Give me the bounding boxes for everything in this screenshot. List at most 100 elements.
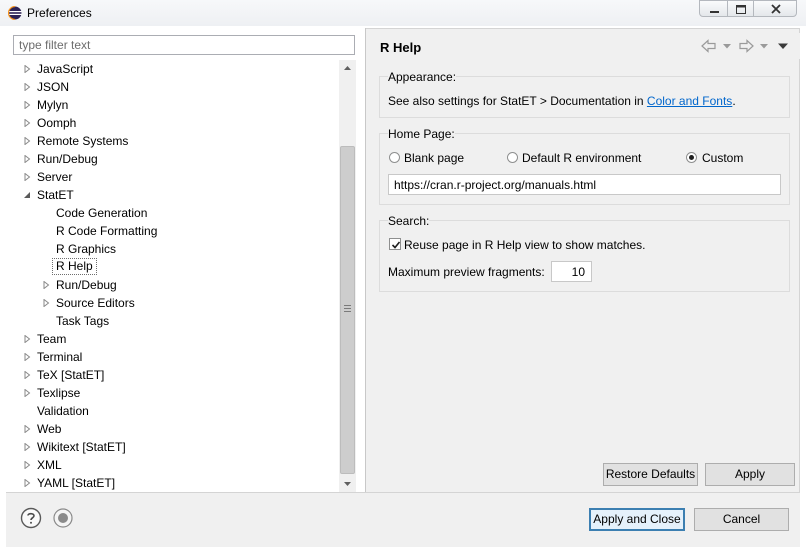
close-icon	[771, 4, 781, 14]
restore-defaults-button[interactable]: Restore Defaults	[603, 463, 698, 486]
scrollbar-thumb[interactable]	[340, 146, 355, 474]
view-menu-icon[interactable]	[776, 38, 790, 54]
blank-page-radio-label[interactable]: Blank page	[404, 151, 464, 165]
triangle-right-icon[interactable]	[23, 371, 31, 379]
color-and-fonts-link[interactable]: Color and Fonts	[647, 94, 732, 108]
tree-item-validation[interactable]: Validation	[12, 402, 339, 420]
tree-item-label: Terminal	[37, 350, 83, 364]
tree-item-label: Team	[37, 332, 67, 346]
tree-item-run-debug[interactable]: Run/Debug	[12, 276, 339, 294]
triangle-right-icon[interactable]	[23, 389, 31, 397]
tree-item-wikitext-statet[interactable]: Wikitext [StatET]	[12, 438, 339, 456]
home-page-url-input[interactable]	[388, 174, 781, 195]
tree-item-run-debug[interactable]: Run/Debug	[12, 150, 339, 168]
tree-item-r-graphics[interactable]: R Graphics	[12, 240, 339, 258]
record-macro-icon[interactable]	[52, 507, 74, 529]
tree-item-r-code-formatting[interactable]: R Code Formatting	[12, 222, 339, 240]
triangle-right-icon[interactable]	[42, 299, 50, 307]
triangle-right-icon[interactable]	[23, 443, 31, 451]
pane-sash[interactable]	[365, 28, 366, 492]
minimize-icon	[710, 11, 719, 13]
tree-item-code-generation[interactable]: Code Generation	[12, 204, 339, 222]
page-title: R Help	[380, 40, 422, 55]
tree-item-yaml-statet[interactable]: YAML [StatET]	[12, 474, 339, 492]
title-bar: Preferences	[0, 0, 806, 26]
tree-item-oomph[interactable]: Oomph	[12, 114, 339, 132]
apply-button[interactable]: Apply	[705, 463, 795, 486]
triangle-right-icon[interactable]	[23, 101, 31, 109]
scroll-up-arrow-icon[interactable]	[339, 60, 356, 77]
triangle-right-icon[interactable]	[23, 83, 31, 91]
custom-radio-label[interactable]: Custom	[702, 151, 743, 165]
tree-vertical-scrollbar[interactable]	[339, 60, 356, 492]
tree-item-javascript[interactable]: JavaScript	[12, 60, 339, 78]
tree-item-label: R Graphics	[56, 242, 117, 256]
tree-item-label: Run/Debug	[37, 152, 98, 166]
tree-item-json[interactable]: JSON	[12, 78, 339, 96]
triangle-right-icon[interactable]	[23, 119, 31, 127]
tree-item-task-tags[interactable]: Task Tags	[12, 312, 339, 330]
appearance-text: See also settings for StatET > Documenta…	[388, 94, 736, 108]
tree-item-remote-systems[interactable]: Remote Systems	[12, 132, 339, 150]
tree-item-label: Mylyn	[37, 98, 69, 112]
triangle-right-icon[interactable]	[23, 479, 31, 487]
default-r-environment-radio[interactable]	[507, 152, 518, 163]
search-group-label: Search:	[388, 214, 430, 228]
scroll-down-arrow-icon[interactable]	[339, 475, 356, 492]
appearance-description: See also settings for StatET > Documenta…	[388, 94, 647, 108]
apply-and-close-button[interactable]: Apply and Close	[589, 508, 685, 531]
page-header	[366, 33, 800, 59]
tree-item-xml[interactable]: XML	[12, 456, 339, 474]
triangle-right-icon[interactable]	[23, 461, 31, 469]
triangle-right-icon[interactable]	[23, 353, 31, 361]
tree-item-terminal[interactable]: Terminal	[12, 348, 339, 366]
back-history-dropdown-icon[interactable]	[721, 38, 733, 54]
reuse-page-checkbox-label[interactable]: Reuse page in R Help view to show matche…	[404, 238, 645, 252]
triangle-right-icon[interactable]	[23, 335, 31, 343]
max-preview-fragments-input[interactable]	[551, 261, 592, 282]
tree-item-r-help[interactable]: R Help	[12, 258, 339, 276]
tree-item-web[interactable]: Web	[12, 420, 339, 438]
tree-item-label: Server	[37, 170, 73, 184]
tree-item-mylyn[interactable]: Mylyn	[12, 96, 339, 114]
tree-item-label: TeX [StatET]	[37, 368, 105, 382]
triangle-right-icon[interactable]	[23, 425, 31, 433]
blank-page-radio[interactable]	[389, 152, 400, 163]
tree-item-label: XML	[37, 458, 62, 472]
scrollbar-grip-icon	[344, 305, 351, 312]
tree-item-label: Run/Debug	[56, 278, 117, 292]
appearance-suffix: .	[732, 94, 736, 108]
tree-item-label: StatET	[37, 188, 74, 202]
max-preview-fragments-label: Maximum preview fragments:	[388, 265, 545, 279]
triangle-down-icon[interactable]	[23, 191, 31, 199]
default-r-environment-radio-label[interactable]: Default R environment	[522, 151, 641, 165]
back-arrow-icon[interactable]	[700, 38, 718, 54]
triangle-right-icon[interactable]	[23, 173, 31, 181]
close-window-button[interactable]	[753, 0, 797, 17]
help-icon[interactable]	[20, 507, 42, 529]
tree-item-source-editors[interactable]: Source Editors	[12, 294, 339, 312]
triangle-right-icon[interactable]	[42, 281, 50, 289]
tree-item-label: Remote Systems	[37, 134, 129, 148]
custom-radio[interactable]	[686, 152, 697, 163]
tree-item-team[interactable]: Team	[12, 330, 339, 348]
tree-item-label: Code Generation	[56, 206, 148, 220]
minimize-button[interactable]	[699, 0, 728, 17]
tree-item-texlipse[interactable]: Texlipse	[12, 384, 339, 402]
tree-item-statet[interactable]: StatET	[12, 186, 339, 204]
forward-arrow-icon[interactable]	[737, 38, 755, 54]
checkmark-icon	[391, 241, 401, 249]
cancel-button[interactable]: Cancel	[694, 508, 789, 531]
tree-item-label: Web	[37, 422, 62, 436]
triangle-right-icon[interactable]	[23, 155, 31, 163]
maximize-button[interactable]	[727, 0, 754, 17]
triangle-right-icon[interactable]	[23, 65, 31, 73]
forward-history-dropdown-icon[interactable]	[758, 38, 770, 54]
triangle-right-icon[interactable]	[23, 137, 31, 145]
tree-item-server[interactable]: Server	[12, 168, 339, 186]
reuse-page-checkbox[interactable]	[389, 238, 401, 250]
filter-input[interactable]	[13, 35, 355, 55]
tree-item-label: JavaScript	[37, 62, 94, 76]
tree-item-tex-statet[interactable]: TeX [StatET]	[12, 366, 339, 384]
tree-item-label: Oomph	[37, 116, 77, 130]
